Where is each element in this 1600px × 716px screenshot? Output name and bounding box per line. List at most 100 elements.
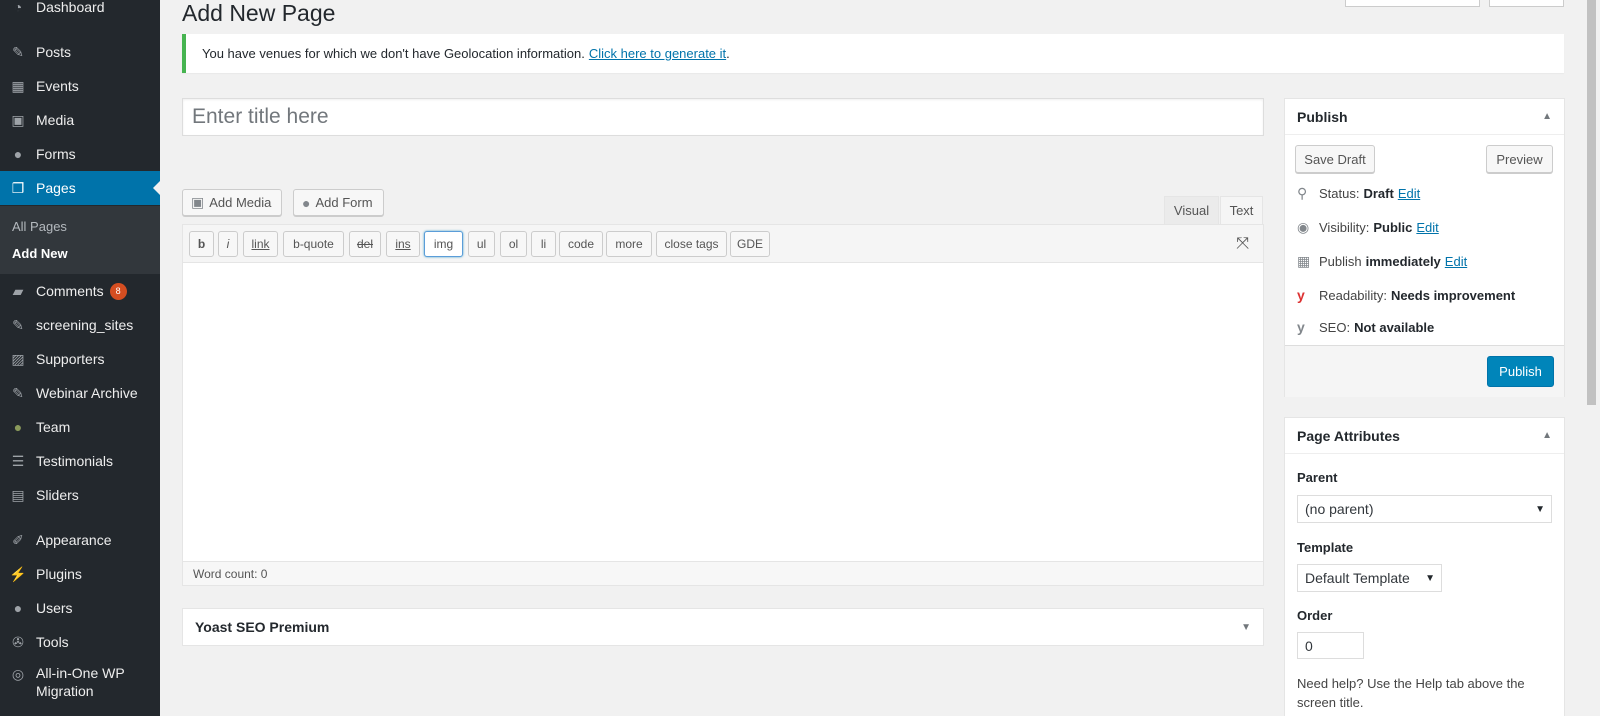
- qt-close-tags-button[interactable]: close tags: [656, 231, 727, 257]
- edit-status-link[interactable]: Edit: [1398, 186, 1420, 201]
- order-label: Order: [1297, 608, 1333, 623]
- seo-value: Not available: [1354, 319, 1435, 335]
- qt-ol-button[interactable]: ol: [500, 231, 527, 257]
- pushpin-icon: ✎: [12, 316, 24, 333]
- yoast-readability-icon: y: [1297, 287, 1305, 303]
- qt-bold-button[interactable]: b: [189, 231, 214, 257]
- save-draft-button[interactable]: Save Draft: [1295, 145, 1375, 173]
- menu-pages[interactable]: ❐ Pages: [0, 171, 160, 205]
- qt-li-button[interactable]: li: [531, 231, 556, 257]
- help-text: Need help? Use the Help tab above the sc…: [1297, 676, 1525, 710]
- menu-sliders[interactable]: ▤ Sliders: [0, 478, 160, 512]
- order-input[interactable]: 0: [1297, 632, 1364, 659]
- menu-label: Pages: [36, 180, 76, 196]
- menu-users[interactable]: ● Users: [0, 591, 160, 625]
- help-button[interactable]: [1489, 0, 1564, 7]
- qt-ins-button[interactable]: ins: [386, 231, 420, 257]
- migration-icon: ◎: [11, 666, 25, 682]
- add-form-label: Add Form: [315, 195, 373, 210]
- menu-media[interactable]: ▣ Media: [0, 103, 160, 137]
- menu-webinar-archive[interactable]: ✎ Webinar Archive: [0, 376, 160, 410]
- template-label: Template: [1297, 540, 1354, 555]
- media-icon: ▣: [11, 111, 25, 128]
- menu-posts[interactable]: ✎ Posts: [0, 35, 160, 69]
- qt-img-button[interactable]: img: [424, 231, 463, 257]
- menu-label: Supporters: [36, 351, 105, 367]
- menu-label: screening_sites: [36, 317, 134, 333]
- scrollbar-thumb[interactable]: [1587, 0, 1596, 405]
- visibility-value: Public: [1373, 220, 1413, 235]
- notice-tail: .: [726, 46, 730, 61]
- menu-forms[interactable]: ● Forms: [0, 137, 160, 171]
- add-form-button[interactable]: ● Add Form: [293, 189, 384, 216]
- notice-text: You have venues for which we don't have …: [202, 46, 585, 61]
- status-label: Status:: [1319, 186, 1360, 201]
- generate-geolocation-link[interactable]: Click here to generate it: [589, 46, 726, 61]
- menu-tools[interactable]: ✇ Tools: [0, 625, 160, 659]
- chevron-up-icon[interactable]: ▲: [1542, 430, 1552, 441]
- menu-label: Dashboard: [36, 0, 105, 15]
- pin-icon: ⚲: [1297, 185, 1308, 201]
- title-input[interactable]: Enter title here: [182, 98, 1264, 136]
- screen-options-button[interactable]: [1345, 0, 1480, 7]
- submenu-all-pages[interactable]: All Pages: [12, 219, 67, 234]
- readability-label: Readability:: [1319, 287, 1387, 303]
- page-scrollbar[interactable]: [1583, 0, 1600, 716]
- schedule-row: ▦ Publish immediately Edit: [1297, 253, 1467, 270]
- qt-gde-button[interactable]: GDE: [730, 231, 770, 257]
- menu-screening-sites[interactable]: ✎ screening_sites: [0, 308, 160, 342]
- comment-icon: ▰: [12, 282, 24, 299]
- pushpin-icon: ✎: [12, 384, 24, 401]
- preview-button[interactable]: Preview: [1486, 145, 1553, 173]
- readability-row: y Readability: Needs improvement: [1297, 287, 1515, 303]
- page-attributes-header[interactable]: Page Attributes ▲: [1285, 418, 1564, 454]
- menu-supporters[interactable]: ▨ Supporters: [0, 342, 160, 376]
- quicktags-toolbar: b i link b-quote del ins img ul ol li co…: [183, 225, 1263, 263]
- qt-more-button[interactable]: more: [606, 231, 652, 257]
- menu-label: Media: [36, 112, 75, 128]
- chevron-down-icon[interactable]: ▼: [1241, 622, 1251, 633]
- qt-code-button[interactable]: code: [559, 231, 603, 257]
- text-editor: b i link b-quote del ins img ul ol li co…: [182, 224, 1264, 586]
- menu-label: Tools: [36, 634, 69, 650]
- menu-label: Webinar Archive: [36, 385, 138, 401]
- page-attributes-box: Page Attributes ▲ Parent (no parent) ▼ Tem…: [1284, 417, 1565, 716]
- qt-link-button[interactable]: link: [243, 231, 278, 257]
- menu-comments[interactable]: ▰ Comments 8: [0, 274, 160, 308]
- tab-text[interactable]: Text: [1220, 196, 1263, 224]
- menu-label: Forms: [36, 146, 76, 162]
- image-icon: ▨: [11, 350, 25, 367]
- parent-value: (no parent): [1305, 501, 1374, 517]
- publish-button[interactable]: Publish: [1487, 356, 1554, 387]
- add-media-button[interactable]: ▣ Add Media: [182, 189, 283, 216]
- qt-del-button[interactable]: del: [349, 231, 381, 257]
- yoast-title: Yoast SEO Premium: [195, 619, 330, 635]
- menu-appearance[interactable]: ✐ Appearance: [0, 523, 160, 557]
- yoast-seo-metabox[interactable]: Yoast SEO Premium ▼: [182, 608, 1264, 646]
- publish-actions: Publish: [1285, 345, 1564, 397]
- template-select[interactable]: Default Template ▼: [1297, 564, 1442, 592]
- content-textarea[interactable]: [183, 264, 1263, 561]
- menu-testimonials[interactable]: ☰ Testimonials: [0, 444, 160, 478]
- menu-all-in-one-wp-migration[interactable]: ◎ All-in-One WP Migration: [0, 664, 160, 708]
- plug-icon: ⚡: [9, 565, 27, 582]
- menu-plugins[interactable]: ⚡ Plugins: [0, 557, 160, 591]
- eye-icon: ◉: [1297, 219, 1310, 235]
- dashboard-icon: ◔: [13, 0, 23, 15]
- tab-visual[interactable]: Visual: [1164, 196, 1219, 224]
- parent-select[interactable]: (no parent) ▼: [1297, 495, 1552, 523]
- pages-submenu: All Pages Add New: [0, 206, 160, 274]
- edit-visibility-link[interactable]: Edit: [1416, 220, 1438, 235]
- fullscreen-icon[interactable]: ⤧: [1236, 235, 1249, 253]
- submenu-add-new[interactable]: Add New: [12, 246, 68, 261]
- publish-box-header[interactable]: Publish ▲: [1285, 99, 1564, 135]
- qt-ul-button[interactable]: ul: [468, 231, 495, 257]
- menu-events[interactable]: ▦ Events: [0, 69, 160, 103]
- chevron-up-icon[interactable]: ▲: [1542, 111, 1552, 122]
- qt-bquote-button[interactable]: b-quote: [283, 231, 344, 257]
- seo-label: SEO:: [1319, 319, 1351, 335]
- qt-italic-button[interactable]: i: [218, 231, 238, 257]
- menu-dashboard[interactable]: ◔ Dashboard: [0, 0, 160, 24]
- menu-team[interactable]: ● Team: [0, 410, 160, 444]
- edit-schedule-link[interactable]: Edit: [1445, 254, 1467, 269]
